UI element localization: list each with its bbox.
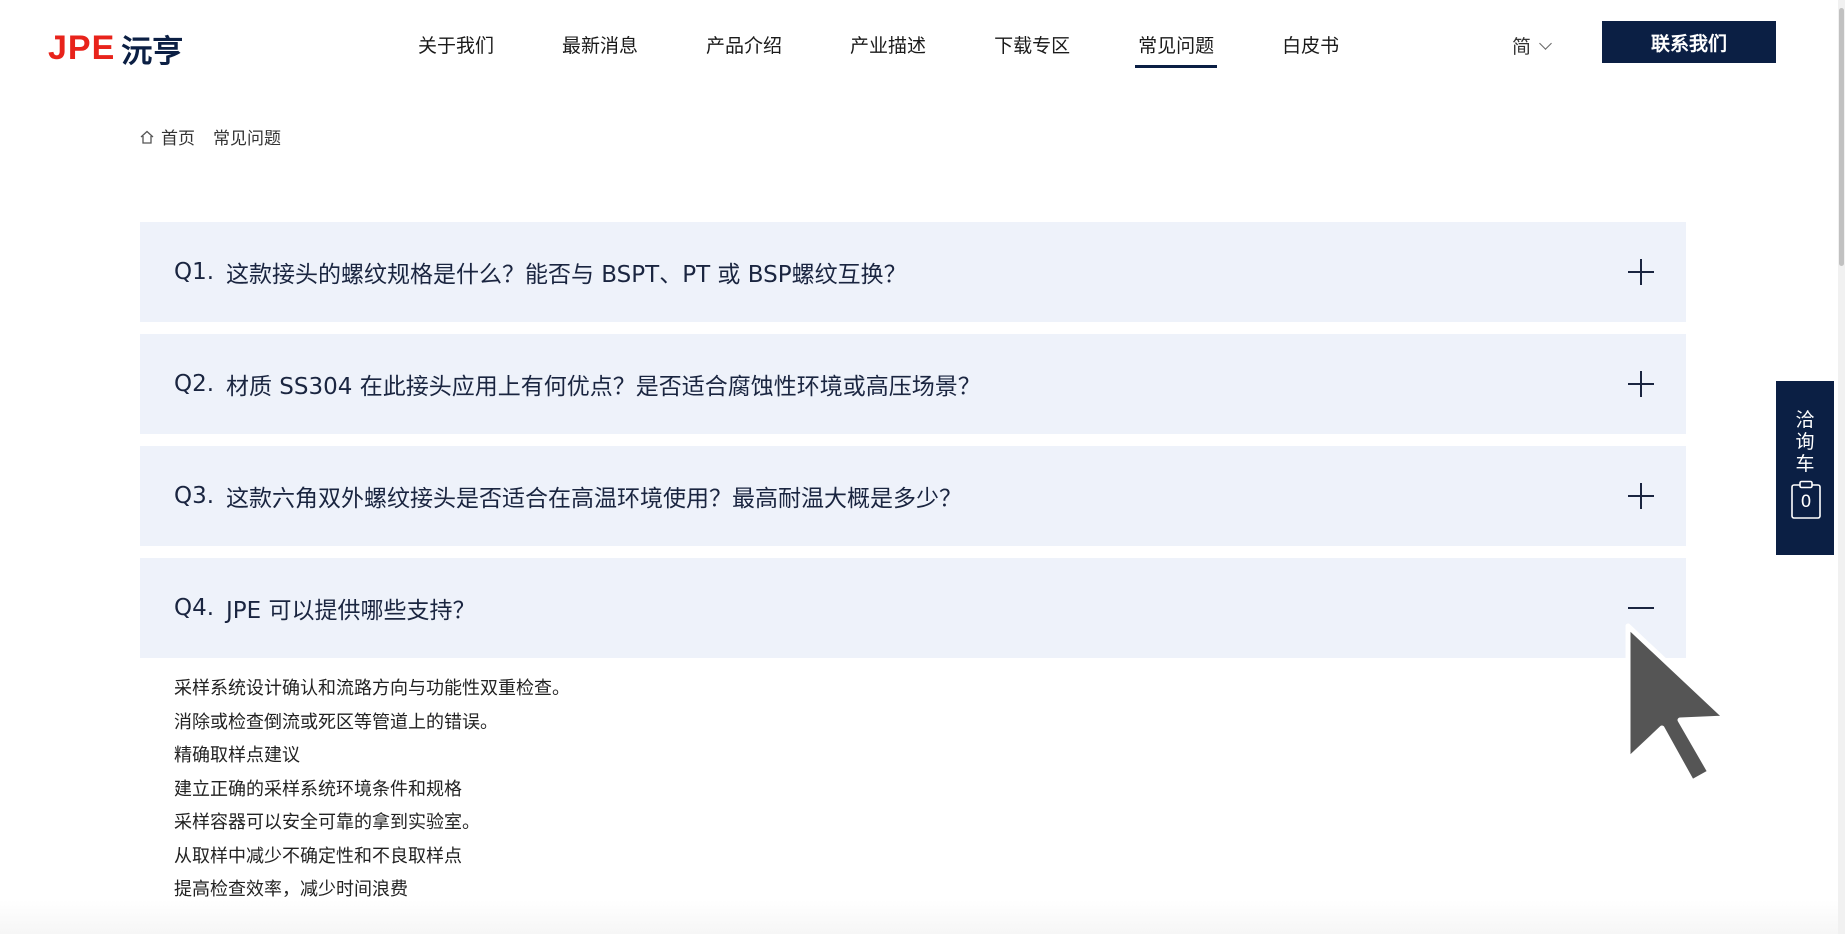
plus-icon[interactable] (1628, 371, 1654, 397)
inquiry-cart-char: 洽 (1795, 409, 1815, 431)
inquiry-cart-char: 车 (1795, 453, 1815, 475)
nav-item-downloads[interactable]: 下载专区 (994, 31, 1070, 68)
faq-item-q3[interactable]: Q3. 这款六角双外螺纹接头是否适合在高温环境使用？最高耐温大概是多少？ (140, 446, 1686, 546)
breadcrumb-current: 常见问题 (213, 129, 281, 149)
faq-answer-q4: 采样系统设计确认和流路方向与功能性双重检查。 消除或检查倒流或死区等管道上的错误… (140, 672, 1686, 907)
faq-number: Q1. (174, 259, 215, 285)
chevron-down-icon (1539, 36, 1552, 50)
answer-line: 精确取样点建议 (174, 745, 300, 766)
faq-item-q1[interactable]: Q1. 这款接头的螺纹规格是什么？能否与 BSPT、PT 或 BSP螺纹互换？ (140, 222, 1686, 322)
home-icon (140, 130, 154, 144)
scrollbar[interactable] (1838, 0, 1845, 934)
faq-list: Q1. 这款接头的螺纹规格是什么？能否与 BSPT、PT 或 BSP螺纹互换？ … (140, 222, 1686, 907)
faq-number: Q2. (174, 371, 215, 397)
nav-item-whitepaper[interactable]: 白皮书 (1282, 31, 1339, 68)
faq-question: 材质 SS304 在此接头应用上有何优点？是否适合腐蚀性环境或高压场景？ (226, 374, 981, 400)
faq-item-q2[interactable]: Q2. 材质 SS304 在此接头应用上有何优点？是否适合腐蚀性环境或高压场景？ (140, 334, 1686, 434)
faq-number: Q4. (174, 595, 215, 621)
language-selector[interactable]: 简 (1512, 32, 1552, 59)
faq-question: 这款六角双外螺纹接头是否适合在高温环境使用？最高耐温大概是多少？ (226, 486, 962, 512)
answer-line: 建立正确的采样系统环境条件和规格 (174, 778, 462, 800)
logo-brand: JPE (48, 29, 116, 67)
nav-item-faq[interactable]: 常见问题 (1135, 31, 1218, 68)
inquiry-cart-button[interactable]: 洽询车 0 (1776, 381, 1834, 555)
site-header: JPE 沅亨 关于我们 最新消息 产品介绍 产业描述 下载专区 常见问题 白皮书… (0, 0, 1845, 92)
answer-line: 消除或检查倒流或死区等管道上的错误。 (174, 711, 498, 733)
nav-item-about[interactable]: 关于我们 (418, 31, 494, 68)
language-label: 简 (1512, 36, 1532, 58)
inquiry-cart-label: 洽询车 (1776, 409, 1834, 475)
faq-item-q4[interactable]: Q4. JPE 可以提供哪些支持？ (140, 558, 1686, 658)
faq-question: JPE 可以提供哪些支持？ (226, 598, 476, 624)
plus-icon[interactable] (1628, 483, 1654, 509)
nav-item-products[interactable]: 产品介绍 (706, 31, 782, 68)
mouse-cursor-icon (1625, 623, 1729, 785)
contact-us-button[interactable]: 联系我们 (1602, 21, 1776, 63)
inquiry-cart-char: 询 (1795, 431, 1815, 453)
breadcrumb-home[interactable]: 首页 (161, 124, 195, 149)
answer-line: 采样容器可以安全可靠的拿到实验室。 (174, 812, 480, 833)
inquiry-cart-text: 洽询车 (1776, 409, 1834, 475)
breadcrumb: 首页 常见问题 (139, 124, 281, 149)
plus-icon[interactable] (1628, 259, 1654, 285)
answer-line: 从取样中减少不确定性和不良取样点 (174, 845, 462, 867)
faq-number: Q3. (174, 483, 215, 509)
logo-name: 沅亨 (121, 34, 184, 70)
answer-line: 提高检查效率，减少时间浪费 (174, 879, 408, 900)
inquiry-cart-count: 0 (1800, 492, 1812, 512)
logo[interactable]: JPE 沅亨 (48, 26, 183, 71)
nav-item-news[interactable]: 最新消息 (562, 31, 638, 68)
nav-item-industry[interactable]: 产业描述 (850, 31, 926, 68)
faq-question: 这款接头的螺纹规格是什么？能否与 BSPT、PT 或 BSP螺纹互换？ (226, 262, 907, 288)
scrollbar-thumb[interactable] (1839, 8, 1844, 266)
main-nav: 关于我们 最新消息 产品介绍 产业描述 下载专区 常见问题 白皮书 (418, 31, 1407, 68)
minus-icon[interactable] (1628, 595, 1654, 621)
answer-line: 采样系统设计确认和流路方向与功能性双重检查。 (174, 678, 570, 699)
